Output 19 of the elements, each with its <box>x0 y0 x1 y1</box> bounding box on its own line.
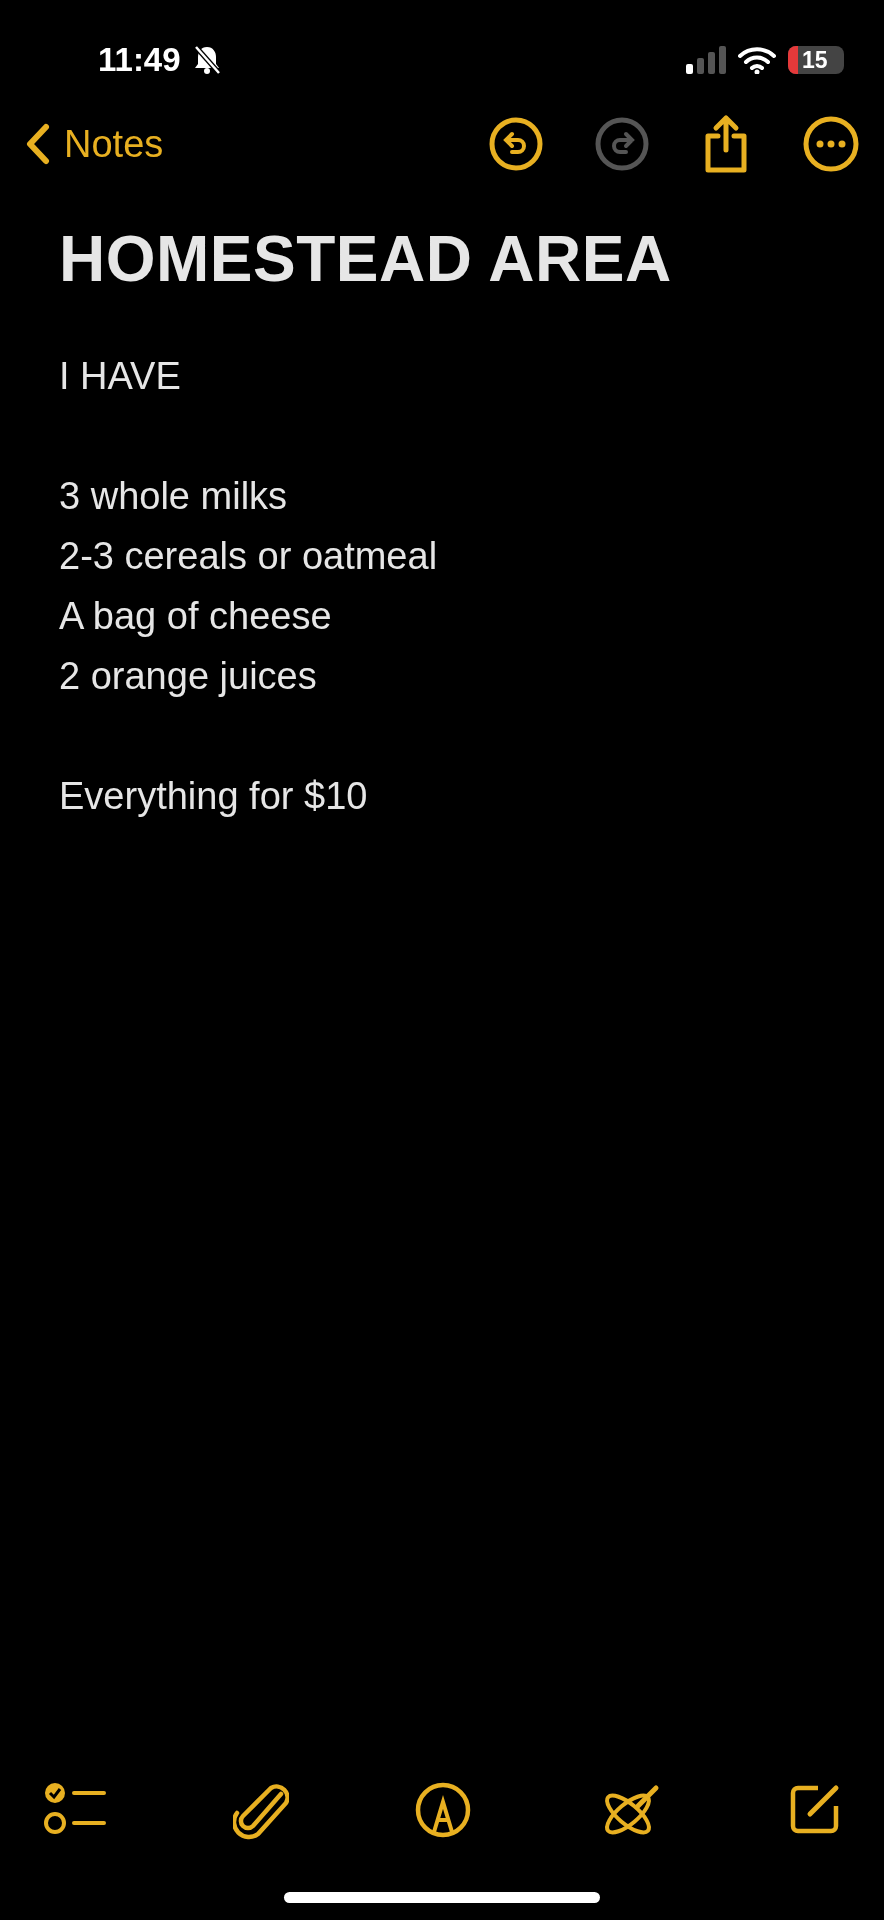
note-line: 3 whole milks <box>59 474 289 519</box>
note-line: 2-3 cereals or oatmeal <box>59 534 439 579</box>
chevron-left-icon <box>24 123 50 165</box>
paperclip-icon[interactable] <box>232 1782 289 1842</box>
note-title: HOMESTEAD AREA <box>59 222 673 296</box>
clock-time: 11:49 <box>98 41 181 79</box>
back-button[interactable]: Notes <box>24 122 164 166</box>
battery-indicator: 15 <box>788 46 844 74</box>
note-line: 2 orange juices <box>59 654 318 699</box>
pen-tip-circle-icon[interactable] <box>415 1782 471 1838</box>
undo-icon[interactable] <box>488 116 544 172</box>
note-line: I HAVE <box>59 354 182 399</box>
note-line: A bag of cheese <box>59 594 333 639</box>
redo-icon[interactable] <box>594 116 650 172</box>
checklist-icon[interactable] <box>44 1782 106 1836</box>
signal-icon <box>686 46 726 74</box>
more-icon[interactable] <box>802 115 860 173</box>
wifi-icon <box>738 46 776 74</box>
note-line: Everything for $10 <box>59 774 369 819</box>
